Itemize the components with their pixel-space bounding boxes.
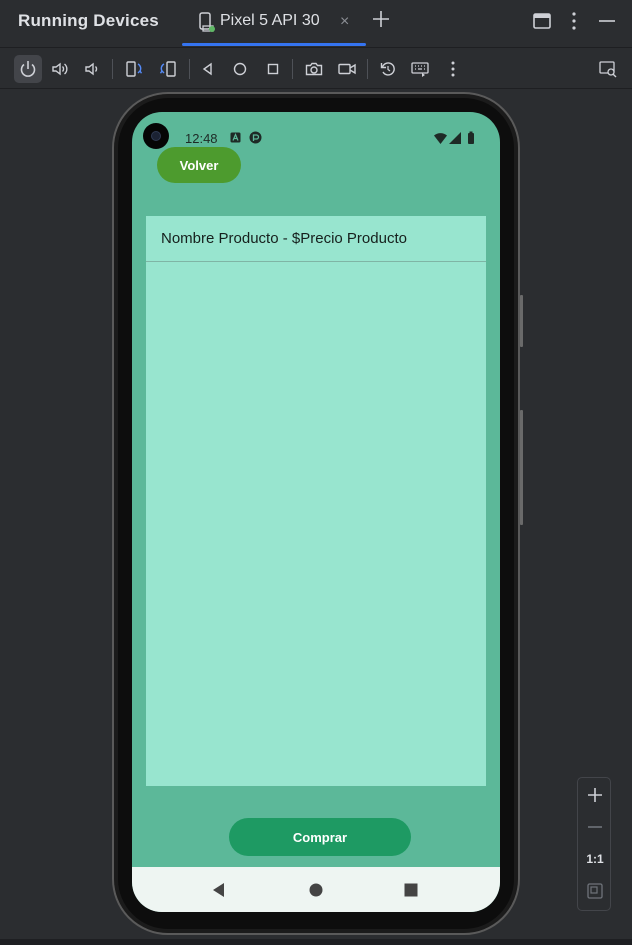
close-tab-icon[interactable]: ×	[340, 13, 349, 31]
rotate-right-icon	[159, 61, 176, 77]
minimize-icon[interactable]	[596, 10, 618, 32]
nav-overview-icon[interactable]	[401, 880, 421, 900]
overview-square-icon	[267, 63, 279, 75]
window-layout-icon[interactable]	[531, 10, 553, 32]
status-time: 12:48	[185, 131, 218, 146]
device-explorer-button[interactable]	[594, 55, 622, 83]
phone-power-key	[520, 295, 523, 347]
product-list: Nombre Producto - $Precio Producto	[146, 216, 486, 786]
volume-up-icon	[52, 62, 68, 76]
home-circle-icon	[233, 62, 247, 76]
rotate-left-icon	[126, 61, 143, 77]
volume-up-button[interactable]	[46, 55, 74, 83]
plus-icon[interactable]	[370, 8, 392, 30]
screen-record-button[interactable]	[333, 55, 361, 83]
zoom-one-to-one-label: 1:1	[586, 852, 604, 866]
nav-home-icon[interactable]	[306, 880, 326, 900]
battery-icon	[468, 131, 474, 144]
rotate-right-button[interactable]	[154, 55, 182, 83]
back-triangle-icon	[202, 62, 212, 76]
power-icon	[20, 61, 36, 77]
device-explorer-icon	[599, 61, 617, 78]
minus-icon	[588, 826, 602, 828]
overview-button[interactable]	[259, 55, 287, 83]
zoom-controls: 1:1	[577, 777, 611, 911]
tab-pixel-5-api-30[interactable]: Pixel 5 API 30 ×	[182, 0, 366, 46]
home-button[interactable]	[226, 55, 254, 83]
more-vert-icon[interactable]	[563, 10, 585, 32]
tab-label: Pixel 5 API 30	[220, 12, 320, 29]
back-button[interactable]	[194, 55, 222, 83]
signal-icon	[449, 132, 461, 144]
tool-window-title: Running Devices	[18, 11, 159, 30]
reset-button[interactable]	[374, 55, 402, 83]
comprar-button[interactable]: Comprar	[229, 818, 411, 856]
notification-a-icon	[230, 132, 241, 143]
toolbar-separator	[112, 59, 113, 79]
navigation-bar	[132, 867, 500, 912]
device-screen[interactable]: 12:48 Volver Nombre Producto - $Precio P…	[132, 112, 500, 912]
nav-back-icon[interactable]	[209, 880, 229, 900]
notification-b-icon	[249, 131, 262, 144]
phone-volume-key	[520, 410, 523, 525]
volver-button[interactable]: Volver	[157, 147, 241, 183]
fit-screen-icon	[587, 883, 603, 899]
more-options-button[interactable]	[439, 55, 467, 83]
keyboard-button[interactable]	[406, 55, 434, 83]
power-button[interactable]	[14, 55, 42, 83]
bottom-border	[0, 939, 632, 945]
volume-down-button[interactable]	[78, 55, 106, 83]
list-item[interactable]: Nombre Producto - $Precio Producto	[146, 216, 486, 262]
active-tab-indicator	[182, 43, 366, 46]
video-icon	[338, 63, 356, 75]
status-indicators	[434, 131, 474, 144]
screenshot-button[interactable]	[300, 55, 328, 83]
volume-down-icon	[85, 62, 98, 76]
device-tab-icon	[199, 12, 215, 32]
wifi-icon	[434, 133, 447, 144]
zoom-out-button[interactable]	[578, 812, 612, 842]
zoom-fit-button[interactable]	[578, 876, 612, 906]
keyboard-icon	[411, 62, 429, 77]
rotate-left-button[interactable]	[120, 55, 148, 83]
toolbar-separator	[367, 59, 368, 79]
plus-icon	[588, 788, 602, 802]
title-bar: Running Devices Pixel 5 API 30 ×	[0, 0, 632, 46]
front-camera	[143, 123, 169, 149]
camera-icon	[305, 62, 323, 76]
device-toolbar	[0, 47, 632, 89]
zoom-in-button[interactable]	[578, 780, 612, 810]
reset-icon	[380, 62, 395, 76]
toolbar-separator	[189, 59, 190, 79]
toolbar-separator	[292, 59, 293, 79]
zoom-actual-size-button[interactable]: 1:1	[578, 844, 612, 874]
more-vert-icon	[451, 61, 455, 77]
